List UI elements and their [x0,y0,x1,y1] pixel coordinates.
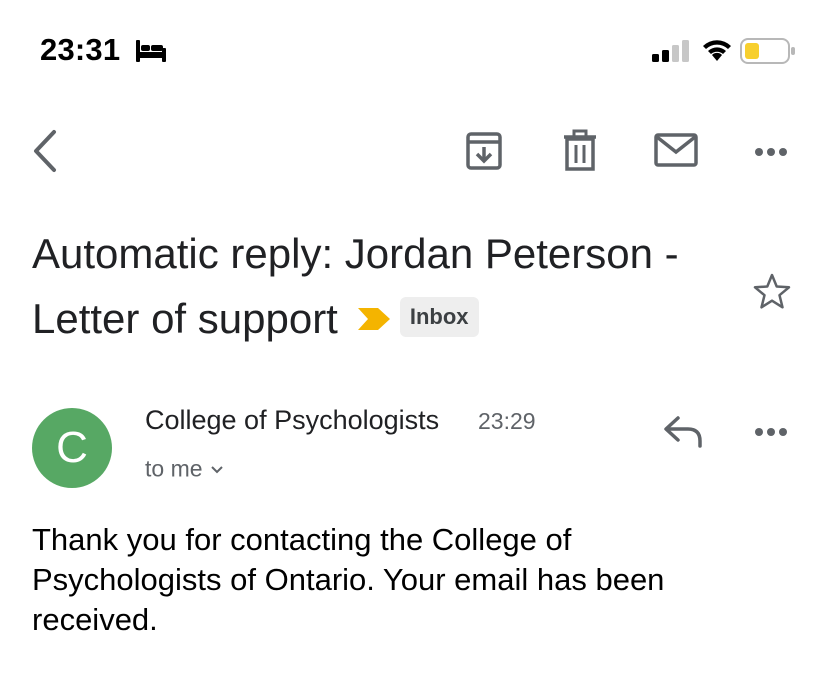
sender-avatar[interactable]: C [32,408,112,488]
back-chevron-icon [34,130,56,172]
status-time: 23:31 [40,32,121,67]
archive-button[interactable] [462,128,506,172]
reply-icon [664,416,702,448]
battery-low-icon [740,38,796,69]
message-time: 23:29 [478,408,536,434]
importance-marker-icon[interactable] [356,286,392,350]
recipient-details-toggle[interactable]: to me [145,454,225,482]
more-options-button[interactable] [750,140,794,164]
star-outline-icon [753,273,791,309]
wifi-icon [700,38,734,67]
email-subject: Automatic reply: Jordan Peterson - Lette… [32,222,722,358]
star-button[interactable] [752,272,792,312]
chevron-down-icon [209,455,225,481]
trash-icon [564,129,596,171]
delete-button[interactable] [558,128,602,172]
cellular-signal-icon [652,40,692,67]
inbox-label-badge[interactable]: Inbox [399,297,479,337]
mail-icon [654,133,698,167]
back-button[interactable] [28,128,62,174]
recipient-text: to me [145,455,203,482]
mark-unread-button[interactable] [652,130,700,170]
more-horizontal-icon [755,428,787,436]
message-body: Thank you for contacting the College of … [32,522,665,637]
reply-button[interactable] [662,414,706,450]
sleep-icon [134,40,168,67]
message-more-button[interactable] [750,420,794,444]
archive-icon [466,132,502,170]
more-horizontal-icon [755,148,787,156]
sender-name: College of Psychologists [145,405,440,435]
